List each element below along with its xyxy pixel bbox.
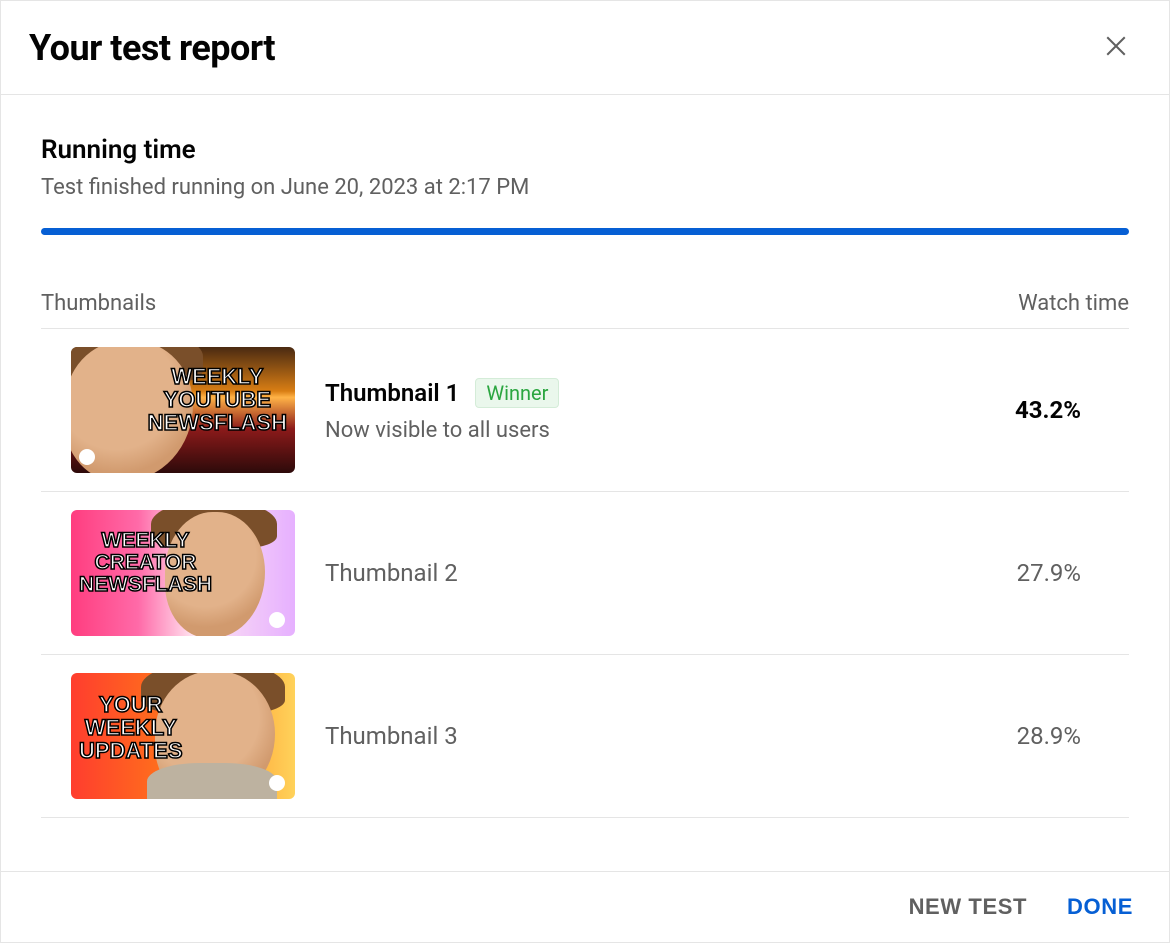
watch-time-value: 43.2% bbox=[969, 396, 1129, 424]
thumbnail-name: Thumbnail 2 bbox=[325, 559, 458, 587]
dialog-header: Your test report bbox=[1, 1, 1169, 95]
column-headers: Thumbnails Watch time bbox=[41, 291, 1129, 329]
col-thumbnails: Thumbnails bbox=[41, 291, 156, 316]
running-time-status: Test finished running on June 20, 2023 a… bbox=[41, 175, 1129, 200]
thumbnail-row: YOUR WEEKLY UPDATES Thumbnail 3 28.9% bbox=[41, 655, 1129, 818]
col-watch-time: Watch time bbox=[1018, 291, 1129, 316]
thumbnail-image-1: WEEKLY YOUTUBE NEWSFLASH bbox=[71, 347, 295, 473]
watch-time-value: 27.9% bbox=[969, 559, 1129, 587]
dialog-body: Running time Test finished running on Ju… bbox=[1, 95, 1169, 871]
close-icon bbox=[1101, 31, 1131, 61]
dialog-footer: NEW TEST DONE bbox=[1, 871, 1169, 942]
thumbnail-info: Thumbnail 2 bbox=[325, 559, 969, 587]
thumbnail-info: Thumbnail 3 bbox=[325, 722, 969, 750]
watch-time-value: 28.9% bbox=[969, 722, 1129, 750]
close-button[interactable] bbox=[1095, 25, 1137, 70]
thumbnail-info: Thumbnail 1 Winner Now visible to all us… bbox=[325, 378, 969, 443]
dialog-title: Your test report bbox=[29, 27, 275, 69]
new-test-button[interactable]: NEW TEST bbox=[909, 894, 1027, 920]
thumbnail-row: WEEKLY CREATOR NEWSFLASH Thumbnail 2 27.… bbox=[41, 492, 1129, 655]
test-report-dialog: Your test report Running time Test finis… bbox=[0, 0, 1170, 943]
done-button[interactable]: DONE bbox=[1067, 894, 1133, 920]
thumbnail-image-3: YOUR WEEKLY UPDATES bbox=[71, 673, 295, 799]
progress-bar bbox=[41, 228, 1129, 235]
thumbnail-subtext: Now visible to all users bbox=[325, 418, 969, 443]
running-time-heading: Running time bbox=[41, 135, 1129, 165]
winner-badge: Winner bbox=[475, 378, 559, 408]
thumbnail-name: Thumbnail 1 bbox=[325, 379, 459, 407]
thumbnail-image-2: WEEKLY CREATOR NEWSFLASH bbox=[71, 510, 295, 636]
thumbnail-name: Thumbnail 3 bbox=[325, 722, 458, 750]
thumbnail-row: WEEKLY YOUTUBE NEWSFLASH Thumbnail 1 Win… bbox=[41, 329, 1129, 492]
